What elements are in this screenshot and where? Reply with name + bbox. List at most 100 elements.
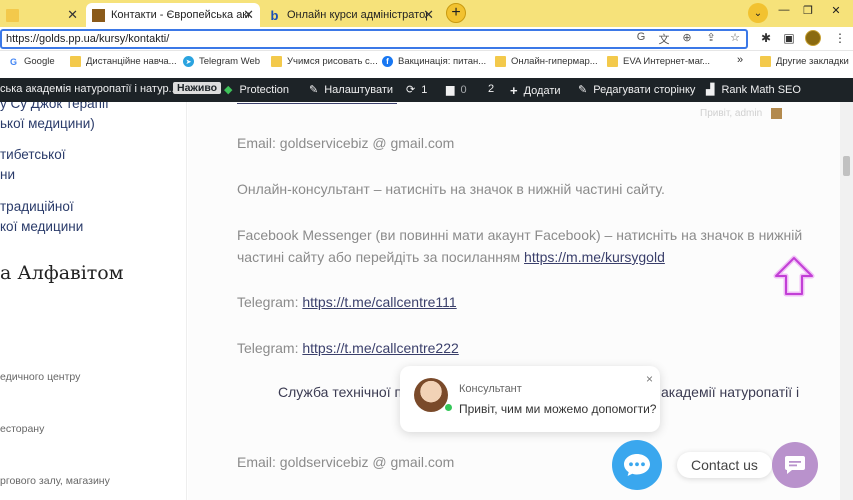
close-icon[interactable]: × bbox=[646, 372, 653, 386]
comments-menu[interactable]: ▆ 0 bbox=[446, 83, 467, 97]
sidebar-link[interactable]: традиційної bbox=[0, 196, 74, 217]
telegram-icon: ➤ bbox=[183, 56, 194, 67]
consultant-line: Онлайн-консультант – натисніть на значок… bbox=[237, 181, 665, 197]
tab-title: Онлайн курси адміністратора са bbox=[287, 9, 427, 21]
admin-greeting[interactable]: Привіт, admin bbox=[700, 108, 782, 119]
telegram-link-1[interactable]: https://t.me/callcentre111 bbox=[302, 294, 456, 310]
admin-greeting-label: Привіт, admin bbox=[700, 108, 763, 120]
bookmark-folder[interactable]: Учимся рисовать с... bbox=[271, 56, 378, 67]
bookmark-label: Учимся рисовать с... bbox=[287, 56, 378, 67]
bookmark-label: Telegram Web bbox=[199, 56, 261, 67]
telegram-label: Telegram: bbox=[237, 294, 303, 310]
contact-us-label[interactable]: Contact us bbox=[677, 452, 772, 478]
page-icon bbox=[6, 8, 19, 22]
avatar bbox=[770, 108, 782, 119]
bookmark-telegram[interactable]: ➤ Telegram Web bbox=[183, 56, 260, 67]
wp-admin-bar: ська академія натуропатії і натур... Наж… bbox=[0, 78, 853, 102]
customize-label: Налаштувати bbox=[324, 83, 394, 96]
bookmark-folder[interactable]: Дистанційне навча... bbox=[70, 56, 177, 67]
tab-2-active[interactable]: Контакти - Європейська академ ✕ bbox=[86, 3, 260, 27]
telegram-line-2: Telegram: https://t.me/callcentre222 bbox=[237, 340, 459, 356]
updates-menu[interactable]: ⟳ 1 bbox=[406, 83, 428, 97]
comments-count: 0 bbox=[460, 83, 467, 96]
bookmark-label: EVA Интернет-маг... bbox=[623, 56, 711, 67]
bookmark-label: Вакцинація: питан... bbox=[398, 56, 487, 67]
rank-math-menu[interactable]: ▟ Rank Math SEO bbox=[706, 83, 801, 97]
pencil-icon: ✎ bbox=[578, 84, 588, 96]
menu-icon[interactable]: ⋮ bbox=[832, 31, 848, 45]
zoom-icon[interactable]: ⊕ bbox=[680, 31, 694, 44]
bookmark-google[interactable]: G Google bbox=[8, 56, 55, 67]
close-icon[interactable]: ✕ bbox=[243, 7, 254, 23]
sidebar-item[interactable]: ргового залу, магазину bbox=[0, 475, 110, 487]
close-icon[interactable]: ✕ bbox=[67, 7, 78, 23]
facebook-line: Facebook Messenger (ви повинні мати акау… bbox=[237, 227, 803, 243]
google-lens-icon[interactable]: G bbox=[634, 31, 648, 43]
bookmark-other[interactable]: Другие закладки bbox=[760, 56, 849, 67]
sidebar-heading: а Алфавітом bbox=[0, 262, 124, 284]
tab-search-button[interactable]: ⌄ bbox=[748, 3, 768, 23]
new-tab-button[interactable]: + bbox=[446, 3, 466, 23]
tab-1[interactable]: ✕ bbox=[0, 3, 84, 27]
folder-icon bbox=[760, 56, 771, 67]
pending-count[interactable]: 2 bbox=[488, 83, 494, 95]
chat-bubble-icon bbox=[624, 454, 650, 476]
chat-popup[interactable]: Консультант Привіт, чим ми можемо допомо… bbox=[400, 366, 660, 432]
maximize-button[interactable]: ❐ bbox=[796, 0, 820, 20]
facebook-line-2: частині сайту або перейдіть за посилання… bbox=[237, 249, 665, 265]
sidebar-link[interactable]: ької медицини) bbox=[0, 113, 95, 134]
tab-3[interactable]: b Онлайн курси адміністратора са ✕ bbox=[262, 3, 440, 27]
facebook-icon: f bbox=[382, 56, 393, 67]
rank-math-label: Rank Math SEO bbox=[721, 83, 801, 96]
messenger-link[interactable]: https://m.me/kursygold bbox=[524, 249, 665, 265]
chat-message: Привіт, чим ми можемо допомогти? bbox=[459, 402, 657, 416]
folder-icon bbox=[495, 56, 506, 67]
scrollbar-thumb[interactable] bbox=[843, 156, 850, 176]
bookmarks-overflow-button[interactable]: » bbox=[737, 54, 743, 66]
google-icon: G bbox=[9, 56, 17, 67]
edit-page-link[interactable]: ✎ Редагувати сторінку bbox=[578, 83, 695, 97]
minimize-button[interactable]: — bbox=[772, 0, 796, 20]
share-icon[interactable]: ⇪ bbox=[704, 31, 718, 44]
sidebar-link[interactable]: тибетської bbox=[0, 144, 66, 165]
sidebar-link[interactable]: кої медицини bbox=[0, 216, 83, 237]
comment-icon: ▆ bbox=[446, 84, 455, 96]
protection-label: Protection bbox=[239, 83, 289, 96]
message-icon bbox=[785, 456, 805, 474]
star-icon[interactable]: ☆ bbox=[728, 31, 742, 44]
profile-avatar[interactable] bbox=[805, 30, 821, 46]
bookmark-folder[interactable]: Онлайн-гипермар... bbox=[495, 56, 598, 67]
telegram-link-2[interactable]: https://t.me/callcentre222 bbox=[302, 340, 458, 356]
contact-button[interactable] bbox=[772, 442, 818, 488]
bookmark-facebook[interactable]: f Вакцинація: питан... bbox=[382, 56, 486, 67]
side-panel-icon[interactable]: ▣ bbox=[781, 31, 797, 45]
add-new-menu[interactable]: + Додати bbox=[510, 83, 561, 98]
sidebar-item[interactable]: едичного центру bbox=[0, 371, 80, 383]
customize-menu[interactable]: ✎ Налаштувати bbox=[309, 83, 394, 97]
sidebar-link[interactable]: ни bbox=[0, 164, 15, 185]
support-line: Служба технічної п bbox=[278, 384, 403, 400]
online-status-dot bbox=[444, 403, 453, 412]
live-badge-label: Наживо bbox=[173, 82, 222, 94]
sidebar: у Су Джок терапії ької медицини) тибетсь… bbox=[0, 102, 187, 500]
bookmark-label: Google bbox=[24, 56, 55, 67]
brush-icon: ✎ bbox=[309, 84, 319, 96]
translate-icon[interactable]: 文 bbox=[657, 31, 671, 47]
messenger-button[interactable] bbox=[612, 440, 662, 490]
support-line-end: академії натуропатії і bbox=[661, 384, 800, 400]
page-scrollbar[interactable] bbox=[840, 102, 853, 500]
extensions-icon[interactable]: ✱ bbox=[758, 31, 774, 45]
sidebar-item[interactable]: есторану bbox=[0, 423, 44, 435]
plus-icon: + bbox=[510, 83, 518, 98]
site-name-link[interactable]: ська академія натуропатії і натур... bbox=[0, 83, 178, 95]
email-line-2: Email: goldservicebiz @ gmail.com bbox=[237, 454, 455, 470]
academy-logo-icon bbox=[92, 8, 105, 22]
close-icon[interactable]: ✕ bbox=[423, 7, 434, 23]
scroll-top-arrow-icon[interactable] bbox=[771, 254, 817, 298]
updates-count: 1 bbox=[421, 83, 428, 96]
folder-icon bbox=[70, 56, 81, 67]
protection-menu[interactable]: ◆ Protection bbox=[224, 83, 289, 97]
close-window-button[interactable]: ✕ bbox=[822, 0, 850, 20]
bookmark-folder[interactable]: EVA Интернет-маг... bbox=[607, 56, 710, 67]
live-badge[interactable]: Наживо bbox=[173, 82, 222, 94]
